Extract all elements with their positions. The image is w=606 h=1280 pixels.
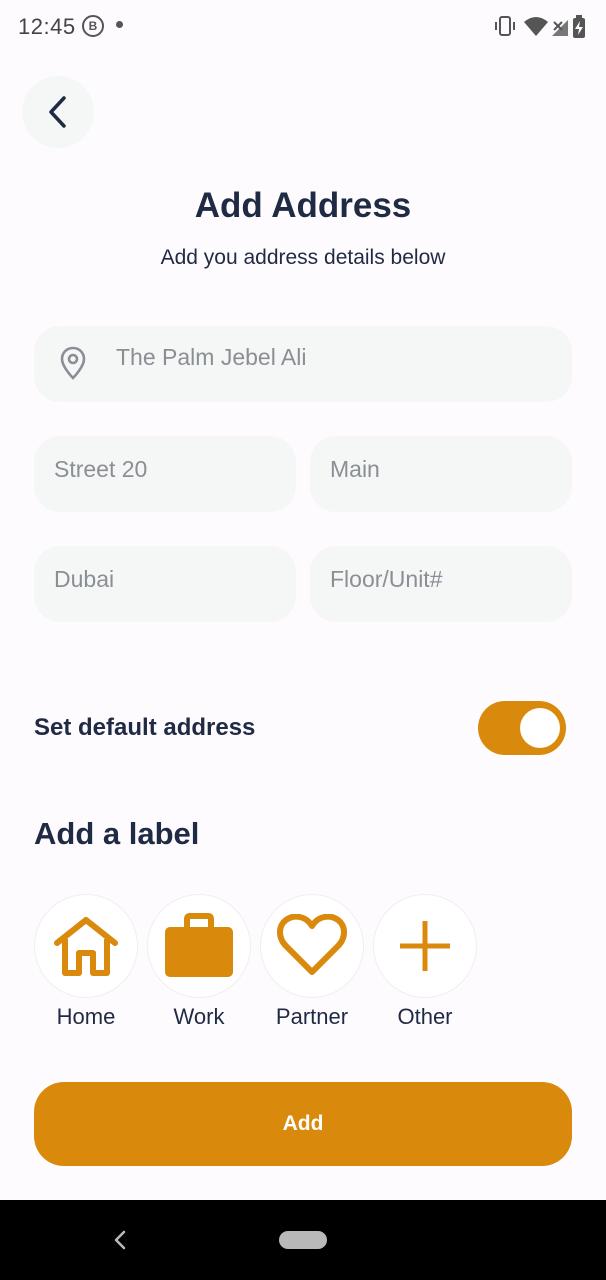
status-icons: [495, 15, 585, 38]
label-partner-caption: Partner: [275, 1004, 349, 1029]
heart-icon: [277, 914, 347, 975]
city-field[interactable]: Dubai: [34, 546, 296, 622]
status-bar: 12:45 B: [0, 0, 606, 52]
notification-b-icon: B: [82, 15, 104, 37]
nav-home-pill[interactable]: [279, 1231, 327, 1249]
add-button[interactable]: Add: [34, 1082, 572, 1166]
page-subtitle: Add you address details below: [160, 246, 446, 269]
battery-icon: [573, 15, 585, 38]
chevron-left-icon: [49, 96, 66, 128]
label-work-circle: [147, 894, 251, 998]
location-pin-icon: [60, 346, 86, 380]
home-icon: [54, 917, 118, 976]
nav-back-icon[interactable]: [112, 1226, 128, 1254]
label-section-title: Add a label: [34, 816, 200, 851]
building-field[interactable]: Main: [310, 436, 572, 512]
toggle-knob: [520, 708, 560, 748]
label-other-button[interactable]: Other: [373, 894, 477, 1030]
building-value: Main: [330, 456, 380, 482]
location-field[interactable]: The Palm Jebel Ali: [34, 326, 572, 402]
floor-unit-field[interactable]: Floor/Unit#: [310, 546, 572, 622]
street-value: Street 20: [54, 456, 148, 482]
system-navigation-bar: [0, 1200, 606, 1280]
default-address-toggle[interactable]: [478, 701, 566, 755]
page-title: Add Address: [194, 186, 412, 225]
back-button[interactable]: [22, 76, 94, 148]
status-time: 12:45: [18, 14, 76, 39]
floor-unit-placeholder: Floor/Unit#: [330, 566, 443, 592]
label-other-caption: Other: [397, 1004, 453, 1029]
plus-icon: [400, 921, 450, 971]
notification-dot-icon: [116, 21, 123, 28]
label-home-button[interactable]: Home: [34, 894, 138, 1030]
label-work-caption: Work: [173, 1004, 225, 1029]
wifi-icon: [524, 17, 548, 36]
street-field[interactable]: Street 20: [34, 436, 296, 512]
city-value: Dubai: [54, 566, 115, 592]
location-value: The Palm Jebel Ali: [116, 344, 307, 370]
label-home-circle: [34, 894, 138, 998]
label-partner-button[interactable]: Partner: [260, 894, 364, 1030]
briefcase-icon: [165, 913, 233, 977]
label-partner-circle: [260, 894, 364, 998]
label-other-circle: [373, 894, 477, 998]
label-home-caption: Home: [56, 1004, 116, 1029]
default-address-label: Set default address: [34, 714, 256, 741]
label-work-button[interactable]: Work: [147, 894, 251, 1030]
vibrate-icon: [495, 16, 515, 36]
signal-icon: [552, 20, 568, 36]
